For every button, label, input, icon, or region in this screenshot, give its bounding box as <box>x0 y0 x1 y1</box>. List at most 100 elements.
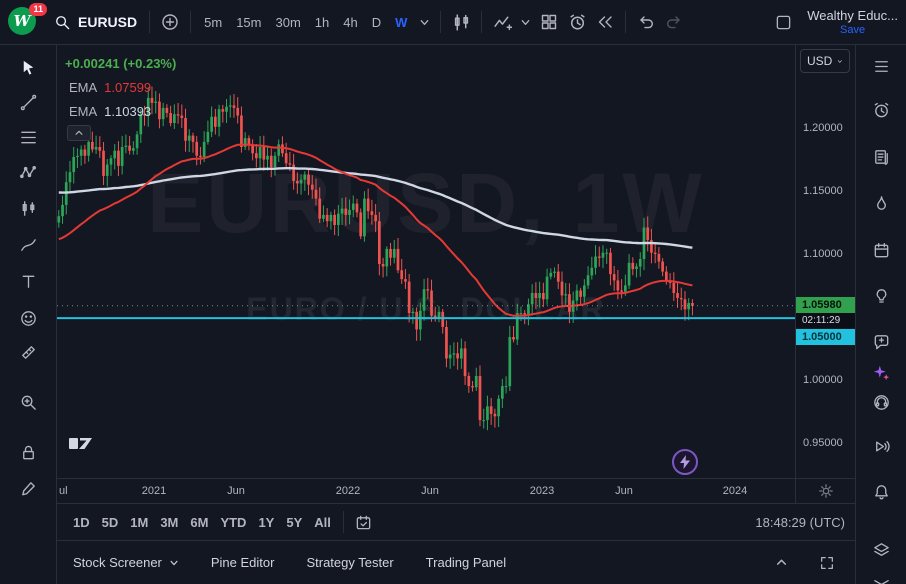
text-tool-button[interactable] <box>10 265 46 297</box>
measure-tool-button[interactable] <box>10 336 46 368</box>
candlestick-chart[interactable] <box>57 45 795 478</box>
maximize-panel-icon <box>819 555 835 571</box>
indicators-button[interactable] <box>488 8 516 36</box>
tab-pine-editor[interactable]: Pine Editor <box>195 541 291 584</box>
time-tick-label: Jun <box>227 485 245 497</box>
current-price-badge: 1.05980 <box>796 297 855 313</box>
range-3m[interactable]: 3M <box>154 512 184 533</box>
pattern-tool-button[interactable] <box>10 156 46 188</box>
emoji-tool-button[interactable] <box>10 302 46 334</box>
indicator-templates-button[interactable] <box>516 8 535 36</box>
tab-trading-panel[interactable]: Trading Panel <box>410 541 522 584</box>
axis-settings-corner[interactable] <box>795 478 855 503</box>
panel-collapse-button[interactable] <box>767 549 795 577</box>
watchlist-icon <box>872 57 891 76</box>
range-all[interactable]: All <box>308 512 337 533</box>
undo-arrow-icon <box>637 13 655 31</box>
chart-pane[interactable]: EURUSD, 1W EURO / U.S. DOLLAR +0.00241 (… <box>57 45 795 478</box>
ai-sparkle-icon <box>873 364 890 381</box>
lock-drawings-button[interactable] <box>10 436 46 468</box>
divider <box>481 11 482 33</box>
trendline-tool-button[interactable] <box>10 86 46 118</box>
layout-grid-button[interactable] <box>535 8 563 36</box>
ai-assistant-button[interactable] <box>863 359 899 385</box>
edit-tool-button[interactable] <box>10 472 46 504</box>
range-5d[interactable]: 5D <box>96 512 125 533</box>
chat-button[interactable] <box>863 325 899 359</box>
timeframe-d[interactable]: D <box>365 8 388 36</box>
brush-tool-button[interactable] <box>10 229 46 261</box>
footer-panel-controls <box>767 549 855 577</box>
layout-controls: Wealthy Educ... Save <box>769 8 898 36</box>
chevron-down-icon <box>837 57 843 66</box>
price-change-readout: +0.00241 (+0.23%) <box>65 57 176 70</box>
save-layout-link[interactable]: Save <box>807 24 898 36</box>
symbol-search-button[interactable]: EURUSD <box>48 8 143 36</box>
ema-fast-legend-row[interactable]: EMA 1.07599 <box>69 81 151 94</box>
currency-label: USD <box>807 54 832 68</box>
divider <box>149 11 150 33</box>
timeframe-4h[interactable]: 4h <box>336 8 364 36</box>
price-tick-label: 1.10000 <box>803 248 843 260</box>
timeframe-dropdown-button[interactable] <box>414 8 434 36</box>
watchlist-button[interactable] <box>863 49 899 83</box>
ema-slow-legend-row[interactable]: EMA 1.10393 <box>69 105 151 118</box>
hotlists-button[interactable] <box>863 186 899 220</box>
cursor-tool-button[interactable] <box>10 51 46 83</box>
price-scale[interactable]: USD 1.200001.150001.100001.000000.95000 … <box>795 45 855 478</box>
notifications-button[interactable] <box>863 475 899 509</box>
bell-icon <box>872 483 891 502</box>
object-tree-sidebar-button[interactable] <box>863 533 899 567</box>
range-1y[interactable]: 1Y <box>252 512 280 533</box>
range-6m[interactable]: 6M <box>184 512 214 533</box>
grid-layout-icon <box>540 13 558 31</box>
create-alert-button[interactable] <box>563 8 591 36</box>
support-button[interactable] <box>863 385 899 419</box>
go-to-date-button[interactable] <box>350 508 378 536</box>
alarm-clock-icon <box>872 101 891 120</box>
time-axis[interactable]: ul2021Jun2022Jun2023Jun2024 <box>57 478 795 503</box>
tab-strategy-tester[interactable]: Strategy Tester <box>290 541 409 584</box>
legend-collapse-button[interactable] <box>67 125 91 141</box>
alerts-button[interactable] <box>863 93 899 127</box>
timeframe-w[interactable]: W <box>388 8 414 36</box>
range-5y[interactable]: 5Y <box>280 512 308 533</box>
currency-selector[interactable]: USD <box>800 49 850 73</box>
zoom-tool-button[interactable] <box>10 386 46 418</box>
chart-type-button[interactable] <box>447 8 475 36</box>
timeframe-15m[interactable]: 15m <box>229 8 268 36</box>
chevron-down-icon <box>419 17 430 28</box>
panel-maximize-button[interactable] <box>813 549 841 577</box>
tradingview-logo[interactable] <box>69 435 99 455</box>
streams-button[interactable] <box>863 429 899 463</box>
redo-arrow-icon <box>665 13 683 31</box>
layout-name[interactable]: Wealthy Educ... <box>807 8 898 23</box>
bar-replay-button[interactable] <box>591 8 619 36</box>
undo-button[interactable] <box>632 8 660 36</box>
compare-add-symbol-button[interactable] <box>156 8 184 36</box>
range-buttons: 1D5D1M3M6MYTD1Y5YAll <box>67 512 337 533</box>
timeframe-30m[interactable]: 30m <box>268 8 307 36</box>
session-clock[interactable]: 18:48:29 (UTC) <box>755 515 845 530</box>
fib-tool-button[interactable] <box>10 121 46 153</box>
range-1m[interactable]: 1M <box>124 512 154 533</box>
forecast-tool-button[interactable] <box>10 192 46 224</box>
more-panels-button[interactable] <box>863 567 899 584</box>
timeframe-1h[interactable]: 1h <box>308 8 336 36</box>
timeframe-5m[interactable]: 5m <box>197 8 229 36</box>
tab-stock-screener[interactable]: Stock Screener <box>57 541 195 584</box>
redo-button[interactable] <box>660 8 688 36</box>
calendar-go-icon <box>355 514 372 531</box>
range-ytd[interactable]: YTD <box>214 512 252 533</box>
layout-square-icon[interactable] <box>769 8 797 36</box>
symbol-name: EURUSD <box>78 14 137 30</box>
calendar-button[interactable] <box>863 233 899 267</box>
layout-name-block[interactable]: Wealthy Educ... Save <box>807 8 898 36</box>
range-1d[interactable]: 1D <box>67 512 96 533</box>
broker-logo[interactable]: W 11 <box>8 7 40 37</box>
quick-action-button[interactable] <box>672 449 698 475</box>
notification-count-badge: 11 <box>29 3 47 16</box>
ideas-button[interactable] <box>863 279 899 313</box>
divider <box>440 11 441 33</box>
news-button[interactable] <box>863 140 899 174</box>
